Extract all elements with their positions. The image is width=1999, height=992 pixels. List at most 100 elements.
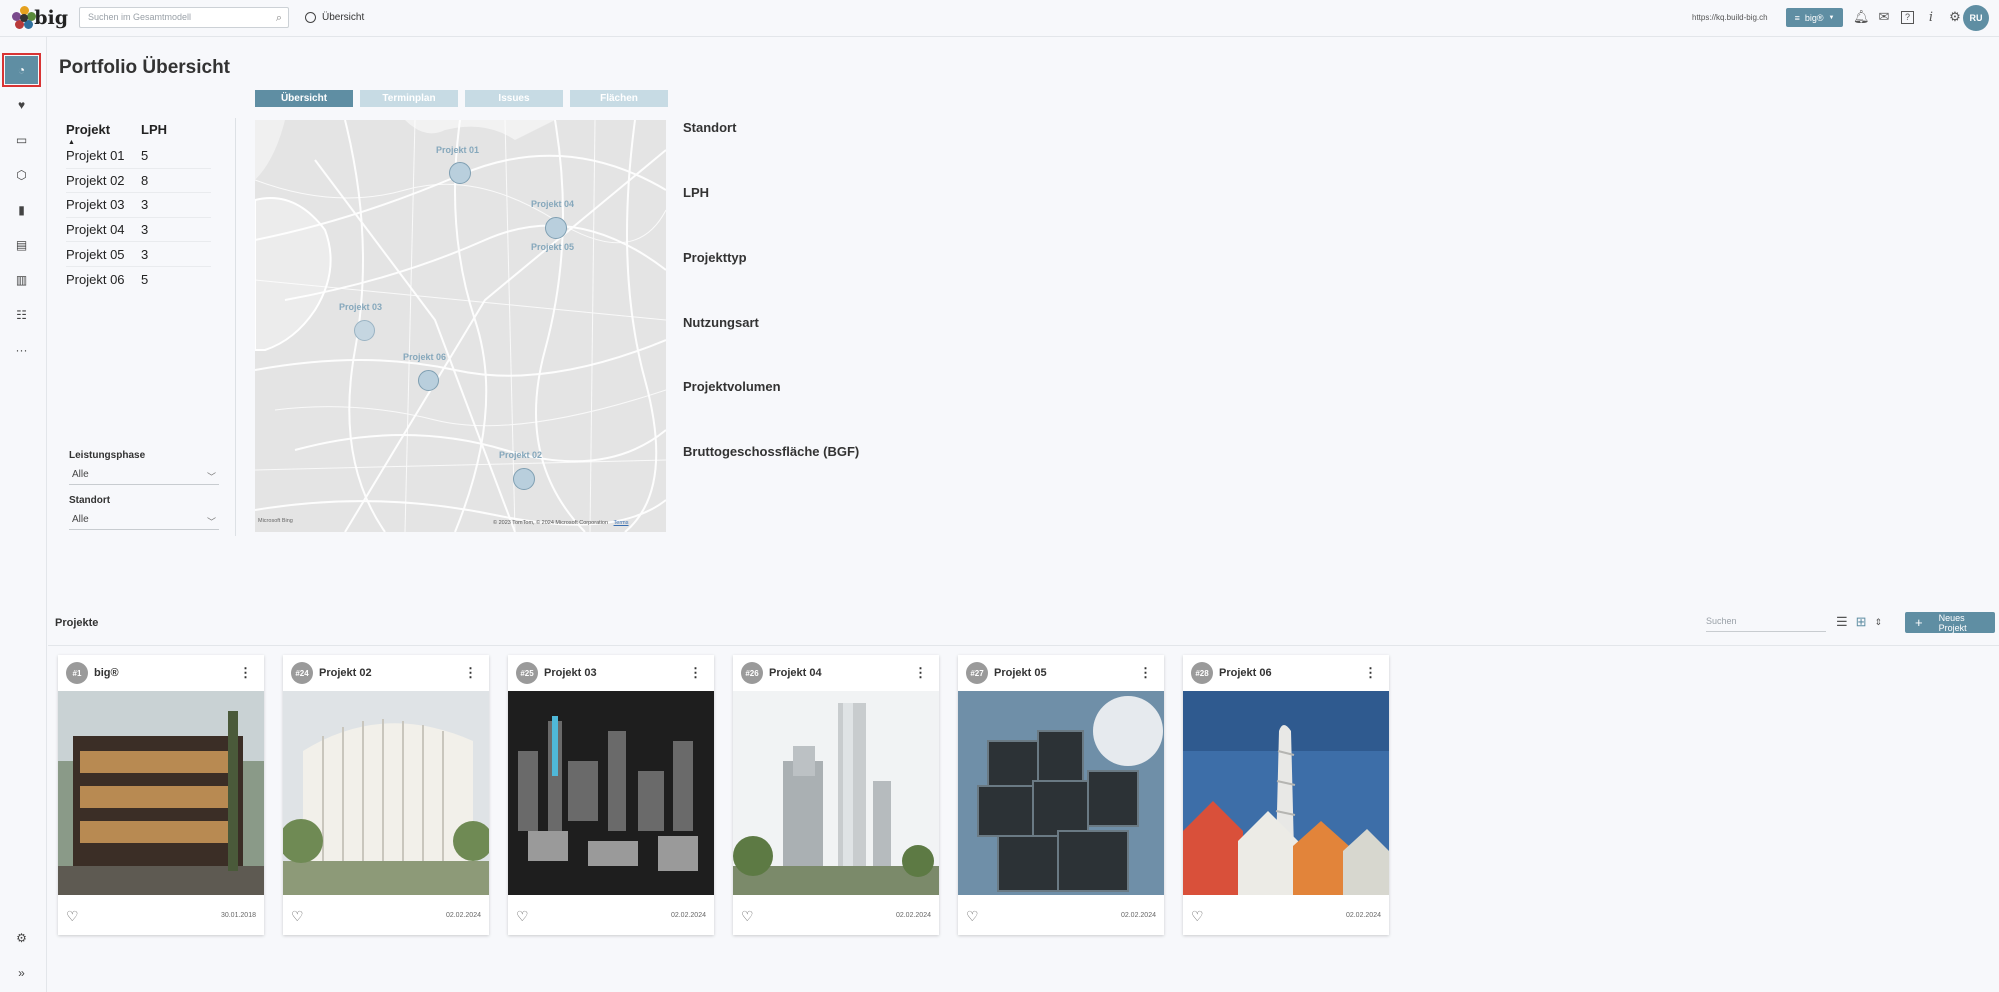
table-row[interactable]: Projekt 06 5 [66,267,211,292]
info-icon[interactable]: i [1924,10,1938,25]
table-row[interactable]: Projekt 01 5 [66,144,211,169]
gear-icon[interactable]: ⚙ [1948,9,1962,25]
map-marker-projekt-04[interactable] [545,217,567,239]
portfolio-map[interactable]: Projekt 01 Projekt 04 Projekt 05 Projekt… [255,120,666,532]
project-card[interactable]: #26 Projekt 04 ⋮ ♡ 02.02.2024 [733,655,939,935]
project-id-badge: #25 [516,662,538,684]
avatar[interactable]: RU [1963,5,1989,31]
sidebar-item-dashboard[interactable]: ◔ [2,53,41,87]
project-name: Projekt 05 [66,246,125,262]
column-header-lph[interactable]: LPH [141,122,167,137]
map-marker-projekt-03[interactable] [354,320,375,341]
bell-icon[interactable]: 🔔︎ [1853,9,1870,25]
sidebar-expand-button[interactable]: » [5,959,38,987]
sidebar-item-settings[interactable]: ⚙ [5,924,38,952]
project-card-name: Projekt 02 [319,667,372,679]
app-logo[interactable]: big [12,4,68,32]
clipboard-icon: ▤ [15,238,28,252]
tab-uebersicht[interactable]: Übersicht [255,90,353,107]
project-image [958,691,1164,895]
table-row[interactable]: Projekt 05 3 [66,242,211,267]
map-marker-projekt-02[interactable] [513,468,535,490]
card-footer: ♡ 02.02.2024 [733,895,939,935]
sidebar-item-reports[interactable]: ▮ [5,196,38,224]
global-search-input[interactable]: Suchen im Gesamtmodell ⌕ [79,7,289,28]
plus-icon: + [1915,615,1923,630]
workspace-button[interactable]: ≡ big® ▼ [1786,8,1843,27]
map-provider-logo: Microsoft Bing [258,518,293,524]
favorite-heart-icon[interactable]: ♡ [66,908,79,925]
project-lph: 8 [141,172,149,188]
map-terms-link[interactable]: Terms [614,520,629,526]
sort-icon[interactable]: ⇕ [1875,617,1883,628]
logo-flower-icon [12,6,36,30]
sidebar-item-tasks[interactable]: ▤ [5,231,38,259]
project-lph: 3 [141,246,149,262]
breadcrumb: Übersicht [305,12,364,23]
table-row[interactable]: Projekt 04 3 [66,218,211,243]
checklist-icon: ☷ [16,308,27,322]
folder-icon: ▭ [15,133,28,147]
phase-filter-select[interactable]: Alle ﹀ [69,469,219,485]
tab-terminplan[interactable]: Terminplan [360,90,458,107]
projects-search-input[interactable]: Suchen [1706,616,1826,632]
project-card[interactable]: #24 Projekt 02 ⋮ ♡ 02.02.2024 [283,655,489,935]
project-table: Projekt ▲ LPH Projekt 01 5 Projekt 02 8 Pro… [66,122,211,292]
kebab-menu-icon[interactable]: ⋮ [689,665,702,681]
kebab-menu-icon[interactable]: ⋮ [1364,665,1377,681]
table-row[interactable]: Projekt 03 3 [66,193,211,218]
card-header: #24 Projekt 02 ⋮ [283,655,489,691]
kpi-lph: LPH [683,185,709,200]
map-marker-label: Projekt 03 [339,302,383,312]
card-footer: ♡ 02.02.2024 [508,895,714,935]
card-footer: ♡ 02.02.2024 [958,895,1164,935]
sidebar-item-checklist[interactable]: ☷ [5,301,38,329]
map-marker-projekt-01[interactable] [449,162,471,184]
list-view-icon[interactable]: ☰ [1836,614,1848,630]
help-icon[interactable]: ? [1901,10,1914,24]
panel-divider [235,118,236,536]
map-marker-label: Projekt 01 [436,145,480,155]
favorite-heart-icon[interactable]: ♡ [741,908,754,925]
sidebar-item-folders[interactable]: ▭ [5,126,38,154]
kebab-menu-icon[interactable]: ⋮ [914,665,927,681]
chevron-down-icon: ▼ [1828,14,1835,21]
workspace-label: big® [1804,12,1824,23]
project-card[interactable]: #1 big® ⋮ ♡ 30.01.2018 [58,655,264,935]
kebab-menu-icon[interactable]: ⋮ [1139,665,1152,681]
map-marker-label: Projekt 04 [531,199,575,209]
cube-icon: ⬡ [16,168,27,182]
kebab-menu-icon[interactable]: ⋮ [239,665,252,681]
new-project-button[interactable]: + Neues Projekt [1905,612,1995,633]
project-image [283,691,489,895]
project-lph: 5 [141,271,149,287]
buildings-icon: ▥ [15,273,28,287]
sidebar-item-buildings[interactable]: ▥ [5,266,38,294]
location-filter-select[interactable]: Alle ﹀ [69,514,219,530]
grid-view-icon[interactable]: ⊞ [1856,614,1867,630]
tab-issues[interactable]: Issues [465,90,563,107]
project-card[interactable]: #25 Projekt 03 ⋮ ♡ 02.02.2024 [508,655,714,935]
project-card-name: Projekt 04 [769,667,822,679]
search-icon[interactable]: ⌕ [276,12,282,25]
column-header-project[interactable]: Projekt ▲ [66,122,141,146]
project-card[interactable]: #28 Projekt 06 ⋮ ♡ 02.02.2024 [1183,655,1389,935]
sidebar-item-model[interactable]: ⬡ [5,161,38,189]
location-filter-value: Alle [72,514,89,525]
sidebar-item-favorites[interactable]: ♥ [5,91,38,119]
kebab-menu-icon[interactable]: ⋮ [464,665,477,681]
favorite-heart-icon[interactable]: ♡ [966,908,979,925]
favorite-heart-icon[interactable]: ♡ [516,908,529,925]
favorite-heart-icon[interactable]: ♡ [1191,908,1204,925]
tab-flaechen[interactable]: Flächen [570,90,668,107]
mail-icon[interactable]: ✉ [1877,9,1891,25]
map-marker-projekt-06[interactable] [418,370,439,391]
card-header: #27 Projekt 05 ⋮ [958,655,1164,691]
sidebar-item-more[interactable]: ··· [5,336,38,364]
chevron-down-icon: ﹀ [206,517,216,527]
project-image [58,691,264,895]
table-row[interactable]: Projekt 02 8 [66,169,211,194]
project-card[interactable]: #27 Projekt 05 ⋮ ♡ 02.02.2024 [958,655,1164,935]
favorite-heart-icon[interactable]: ♡ [291,908,304,925]
project-lph: 3 [141,222,149,238]
